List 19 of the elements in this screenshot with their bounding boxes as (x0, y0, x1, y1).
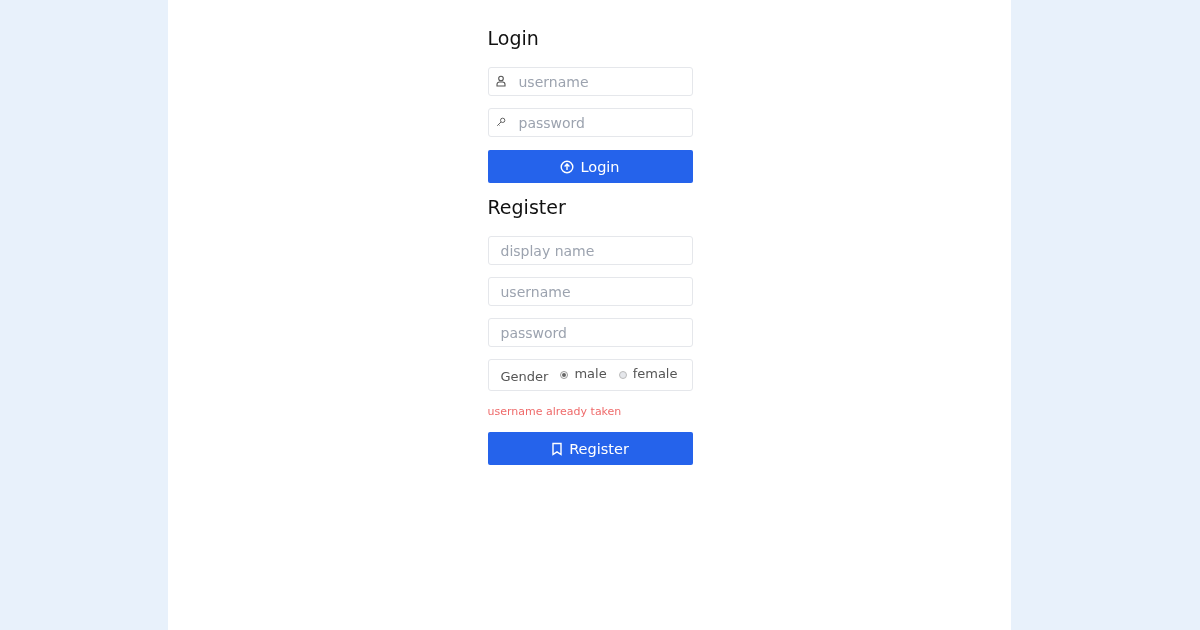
input-field[interactable]: display name (487, 236, 693, 265)
radio-button[interactable] (560, 371, 569, 379)
gender-label: Gender (500, 367, 549, 384)
key-icon (495, 116, 506, 128)
input-field[interactable]: username (487, 67, 693, 96)
login-heading: Login (487, 26, 540, 50)
user-icon (495, 75, 506, 87)
bookmark-icon (551, 441, 564, 456)
register-button[interactable]: Register (487, 432, 693, 465)
arrow-up-circle-icon (560, 159, 575, 174)
error-message: username already taken (487, 405, 623, 418)
register-heading: Register (487, 195, 567, 219)
input-field[interactable]: password (487, 318, 693, 347)
input-field[interactable]: username (487, 277, 693, 306)
radio-label: male (574, 365, 607, 381)
input-field[interactable]: password (487, 108, 693, 137)
radio-label: female (632, 365, 678, 381)
radio-button[interactable] (618, 371, 627, 379)
login-button[interactable]: Login (487, 150, 693, 183)
